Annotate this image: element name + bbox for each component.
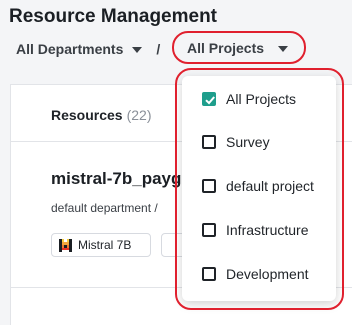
department-selector-label: All Departments bbox=[16, 41, 124, 57]
project-option-all-projects[interactable]: All Projects bbox=[202, 87, 296, 111]
project-option-survey[interactable]: Survey bbox=[202, 130, 270, 154]
project-option-development[interactable]: Development bbox=[202, 262, 309, 286]
model-tag-label: Mistral 7B bbox=[78, 238, 132, 252]
checkbox-checked-icon[interactable] bbox=[202, 92, 216, 106]
project-selector[interactable]: All Projects bbox=[172, 31, 306, 64]
project-dropdown-menu: All Projects Survey default project Infr… bbox=[182, 76, 336, 301]
resources-title-label: Resources bbox=[51, 107, 123, 123]
model-tag: Mistral 7B bbox=[51, 233, 151, 257]
checkbox-icon[interactable] bbox=[202, 135, 216, 149]
breadcrumb: All Departments / bbox=[16, 38, 170, 60]
project-option-label: Infrastructure bbox=[226, 222, 309, 238]
page-title: Resource Management bbox=[9, 6, 218, 27]
checkbox-icon[interactable] bbox=[202, 267, 216, 281]
project-option-infrastructure[interactable]: Infrastructure bbox=[202, 218, 308, 242]
project-option-label: Development bbox=[226, 266, 309, 282]
breadcrumb-separator: / bbox=[156, 41, 161, 57]
resource-card-subtitle: default department / bbox=[51, 201, 158, 215]
department-selector[interactable]: All Departments bbox=[16, 41, 143, 57]
project-option-label: default project bbox=[226, 178, 314, 194]
resources-title: Resources (22) bbox=[51, 107, 152, 123]
mistral-logo-icon bbox=[59, 238, 72, 252]
checkbox-icon[interactable] bbox=[202, 223, 216, 237]
project-option-label: Survey bbox=[226, 134, 270, 150]
resource-card-name[interactable]: mistral-7b_payg bbox=[51, 169, 181, 189]
checkbox-icon[interactable] bbox=[202, 179, 216, 193]
project-selector-label: All Projects bbox=[187, 39, 265, 56]
resources-count: (22) bbox=[126, 107, 152, 123]
caret-down-icon bbox=[132, 47, 143, 53]
caret-down-icon bbox=[278, 45, 289, 52]
project-option-label: All Projects bbox=[226, 91, 297, 107]
project-option-default-project[interactable]: default project bbox=[202, 174, 314, 198]
